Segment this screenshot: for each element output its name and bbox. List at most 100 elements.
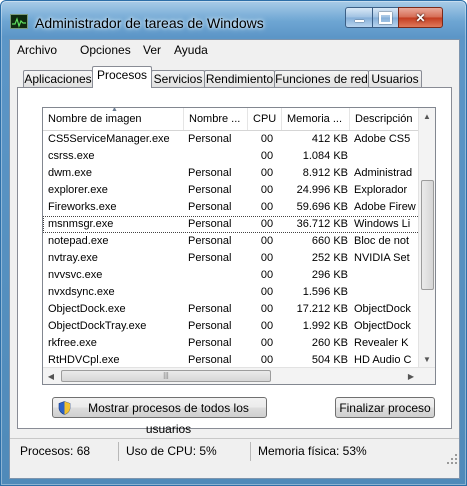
maximize-button[interactable]	[372, 7, 399, 28]
cpu-cell: 00	[260, 252, 274, 264]
tab-servicios[interactable]: Servicios	[151, 70, 205, 87]
description-cell	[354, 267, 420, 284]
horizontal-scroll-thumb[interactable]: |||	[61, 370, 271, 382]
image-name-cell: nvxdsync.exe	[48, 286, 115, 298]
process-row[interactable]: nvxdsync.exe 00 1.596 KB	[43, 284, 420, 301]
maximize-icon	[373, 8, 398, 27]
image-name-cell: ObjectDockTray.exe	[48, 320, 147, 332]
resize-grip-icon[interactable]	[447, 454, 457, 464]
menu-archivo[interactable]: Archivo	[17, 43, 57, 57]
cpu-cell: 00	[260, 150, 274, 162]
process-row[interactable]: explorer.exe Personal 00 24.996 KB Explorado…	[43, 182, 420, 199]
cpu-cell: 00	[260, 201, 274, 213]
scroll-up-icon[interactable]: ▲	[419, 108, 435, 124]
process-row[interactable]: dwm.exe Personal 00 8.912 KB Administrad	[43, 165, 420, 182]
shield-icon	[58, 401, 71, 415]
minimize-icon	[346, 8, 372, 27]
column-user-name[interactable]: Nombre ...	[184, 108, 248, 130]
user-name-cell	[188, 284, 248, 301]
column-description[interactable]: Descripción	[350, 108, 420, 130]
cpu-cell: 00	[260, 235, 274, 247]
memory-cell: 260 KB	[311, 337, 348, 349]
cpu-cell: 00	[260, 286, 274, 298]
process-row[interactable]: msnmsgr.exe Personal 00 36.712 KB Windows Li	[43, 216, 420, 233]
menu-bar: Archivo Opciones Ver Ayuda	[10, 40, 459, 60]
vertical-scrollbar[interactable]: ▲ ▼	[418, 108, 435, 367]
description-cell: Revealer K	[354, 337, 409, 349]
processes-panel: ▲ Nombre de imagen Nombre ... CPU Memori…	[17, 87, 452, 436]
process-list[interactable]: ▲ Nombre de imagen Nombre ... CPU Memori…	[42, 107, 436, 385]
memory-cell: 59.696 KB	[296, 201, 348, 213]
description-cell: Explorador	[354, 184, 408, 196]
horizontal-scrollbar[interactable]: ◀ ||| ▶	[43, 367, 435, 384]
tab-aplicaciones[interactable]: Aplicaciones	[23, 70, 93, 87]
show-all-users-label: Mostrar procesos de todos los usuarios	[88, 401, 249, 436]
cpu-cell: 00	[260, 184, 274, 196]
process-row[interactable]: notepad.exe Personal 00 660 KB Bloc de not	[43, 233, 420, 250]
image-name-cell: CS5ServiceManager.exe	[48, 133, 170, 145]
process-row[interactable]: nvtray.exe Personal 00 252 KB NVIDIA Set	[43, 250, 420, 267]
scroll-down-icon[interactable]: ▼	[419, 351, 435, 367]
process-row[interactable]: rkfree.exe Personal 00 260 KB Revealer K	[43, 335, 420, 352]
app-icon	[10, 14, 28, 29]
user-name-cell: Personal	[188, 167, 232, 179]
client-area: Archivo Opciones Ver Ayuda Aplicaciones …	[9, 39, 460, 479]
process-row[interactable]: ObjectDock.exe Personal 00 17.212 KB ObjectD…	[43, 301, 420, 318]
end-process-button[interactable]: Finalizar proceso	[335, 397, 435, 418]
description-cell: ObjectDock	[354, 303, 411, 315]
image-name-cell: msnmsgr.exe	[48, 218, 114, 230]
show-all-users-button[interactable]: Mostrar procesos de todos los usuarios	[52, 397, 267, 436]
tab-rendimiento[interactable]: Rendimiento	[204, 70, 275, 87]
memory-cell: 36.712 KB	[296, 218, 348, 230]
vertical-scroll-thumb[interactable]	[421, 180, 434, 290]
process-row[interactable]: ObjectDockTray.exe Personal 00 1.992 KB Obje…	[43, 318, 420, 335]
description-cell: Administrad	[354, 167, 413, 179]
image-name-cell: ObjectDock.exe	[48, 303, 126, 315]
tab-strip: Aplicaciones Procesos Servicios Rendimie…	[10, 66, 459, 88]
image-name-cell: nvtray.exe	[48, 252, 98, 264]
column-cpu[interactable]: CPU	[248, 108, 282, 130]
memory-cell: 17.212 KB	[296, 303, 348, 315]
column-image-name[interactable]: ▲ Nombre de imagen	[43, 108, 184, 130]
grip-icon: |||	[163, 372, 169, 380]
image-name-cell: explorer.exe	[48, 184, 108, 196]
user-name-cell	[188, 267, 248, 284]
image-name-cell: notepad.exe	[48, 235, 109, 247]
column-memory[interactable]: Memoria ...	[282, 108, 350, 130]
user-name-cell: Personal	[188, 337, 232, 349]
description-cell: Windows Li	[354, 218, 411, 230]
tab-usuarios[interactable]: Usuarios	[368, 70, 422, 87]
close-button[interactable]: ✕	[398, 7, 443, 28]
cpu-cell: 00	[260, 167, 274, 179]
image-name-cell: rkfree.exe	[48, 337, 97, 349]
minimize-button[interactable]	[345, 7, 373, 28]
process-row[interactable]: CS5ServiceManager.exe Personal 00 412 KB Ado…	[43, 131, 420, 148]
process-row[interactable]: Fireworks.exe Personal 00 59.696 KB Adobe Fi…	[43, 199, 420, 216]
image-name-cell: nvvsvc.exe	[48, 269, 103, 281]
menu-ayuda[interactable]: Ayuda	[174, 43, 208, 57]
status-bar: Procesos: 68 Uso de CPU: 5% Memoria físi…	[10, 438, 459, 466]
user-name-cell: Personal	[188, 320, 232, 332]
sort-arrow-icon: ▲	[111, 108, 118, 113]
cpu-cell: 00	[260, 303, 274, 315]
tab-procesos[interactable]: Procesos	[92, 66, 152, 88]
process-row[interactable]: nvvsvc.exe 00 296 KB	[43, 267, 420, 284]
user-name-cell: Personal	[188, 252, 232, 264]
image-name-cell: dwm.exe	[48, 167, 93, 179]
status-divider	[250, 442, 251, 461]
close-icon: ✕	[415, 10, 426, 25]
process-row[interactable]: csrss.exe 00 1.084 KB	[43, 148, 420, 165]
user-name-cell: Personal	[188, 303, 232, 315]
image-name-cell: csrss.exe	[48, 150, 95, 162]
status-process-count: Procesos: 68	[20, 444, 91, 458]
menu-opciones[interactable]: Opciones	[80, 43, 131, 57]
cpu-cell: 00	[260, 218, 274, 230]
tab-funciones-de-red[interactable]: Funciones de red	[274, 70, 369, 87]
scroll-left-icon[interactable]: ◀	[43, 368, 59, 384]
memory-cell: 1.992 KB	[302, 320, 348, 332]
user-name-cell: Personal	[188, 218, 232, 230]
status-cpu-usage: Uso de CPU: 5%	[126, 444, 217, 458]
menu-ver[interactable]: Ver	[143, 43, 161, 57]
title-bar[interactable]: Administrador de tareas de Windows ✕	[1, 1, 466, 37]
scroll-right-icon[interactable]: ▶	[403, 368, 419, 384]
